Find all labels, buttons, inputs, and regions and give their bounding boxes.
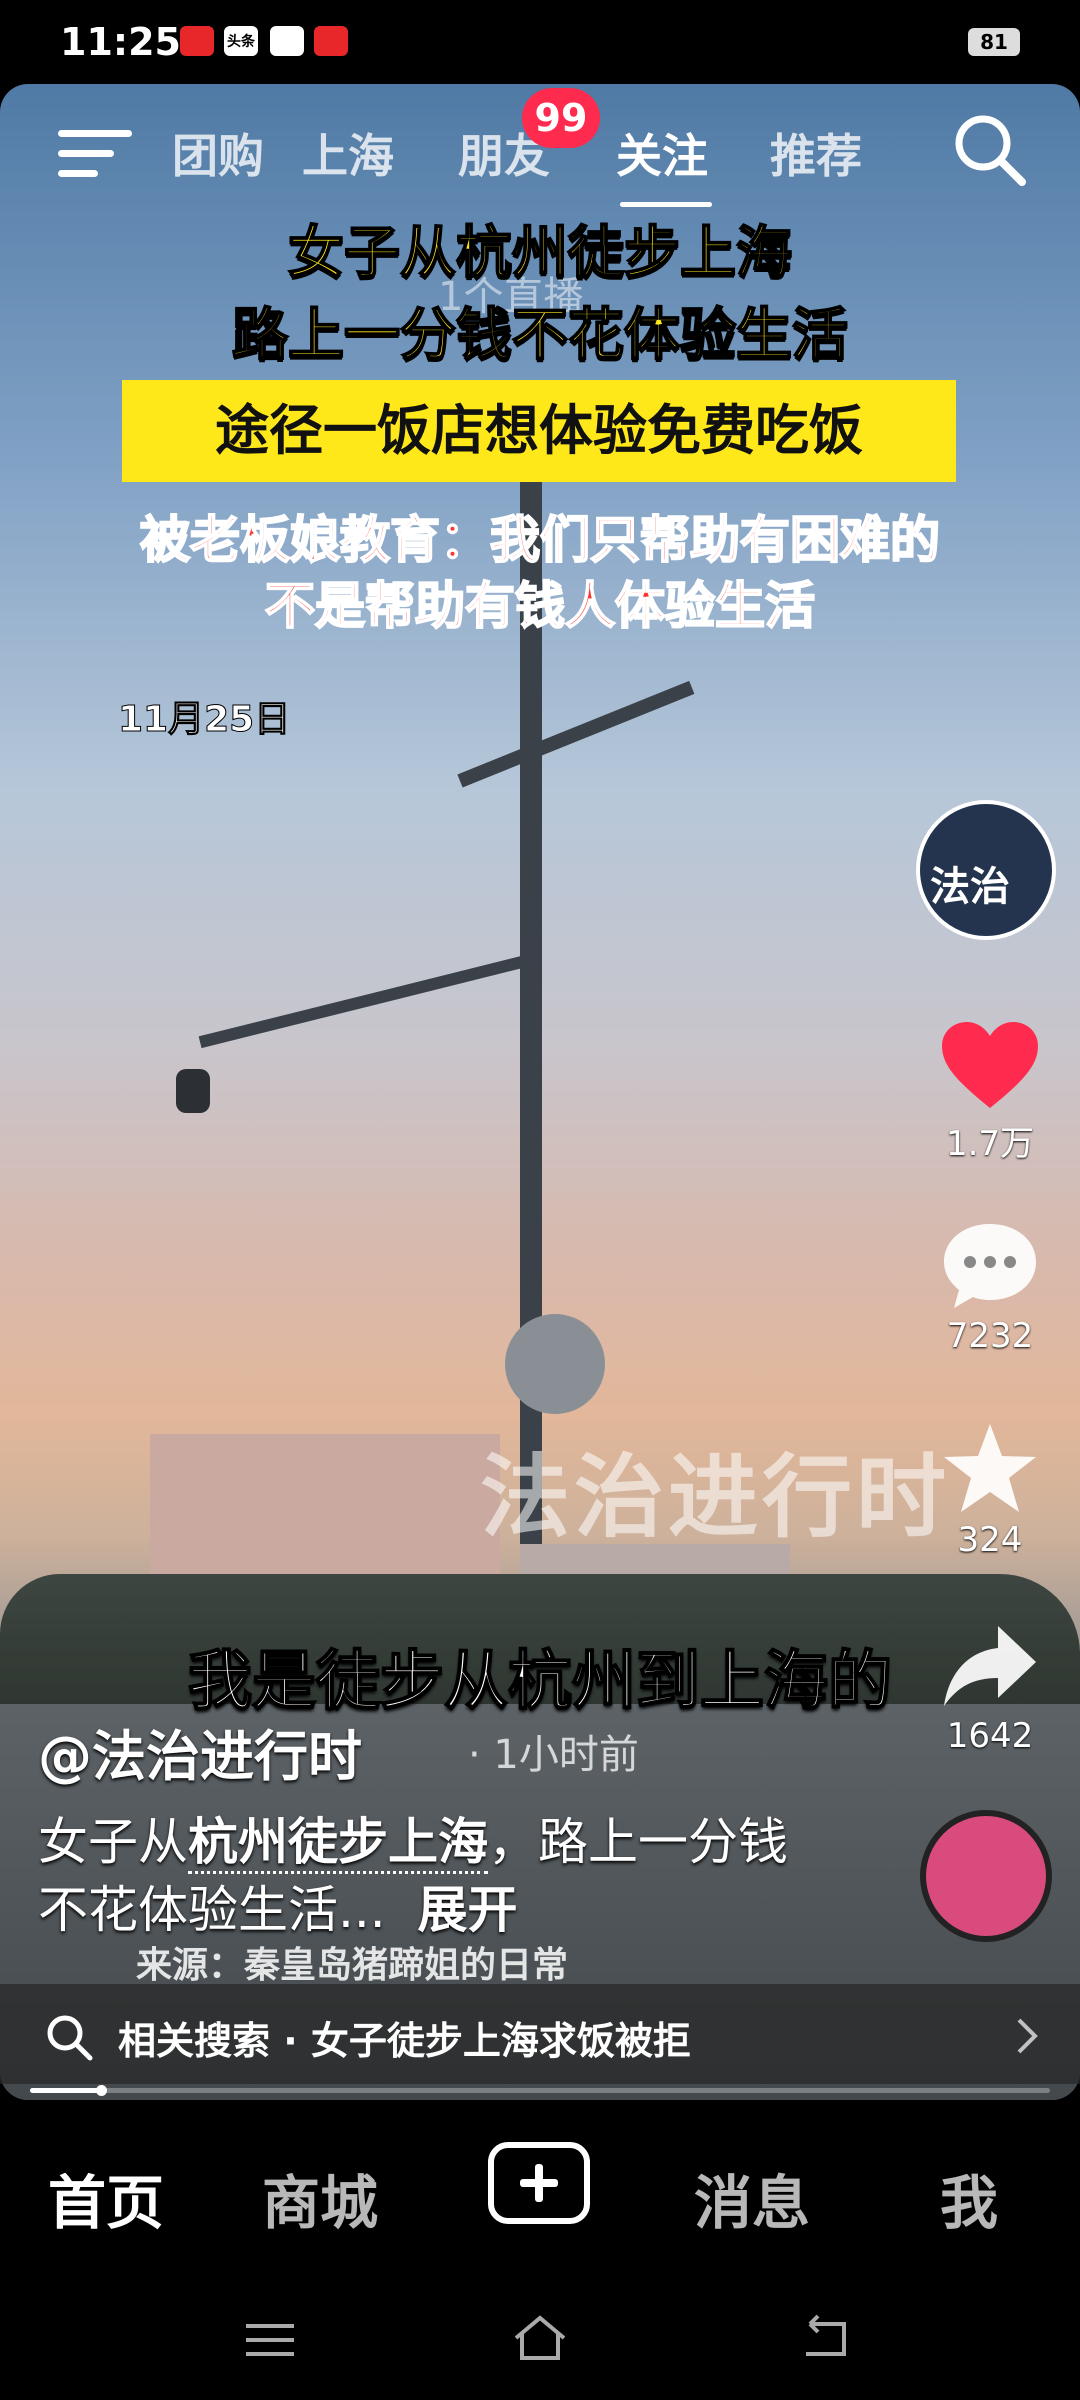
toutiao-icon: 头条 [224,26,258,56]
nav-me[interactable]: 我 [940,2156,998,2240]
friends-badge: 99 [522,88,600,148]
favorite-count: 324 [957,1520,1023,1560]
chevron-right-icon [1017,2018,1038,2054]
video-source: 来源：秦皇岛猪蹄姐的日常 [136,1945,569,1986]
favorite-button[interactable]: 324 [930,1420,1050,1560]
nav-mall[interactable]: 商城 [262,2156,378,2240]
video-date: 11月25日 [117,699,291,741]
nav-messages[interactable]: 消息 [694,2156,810,2240]
like-button[interactable]: 1.7万 [930,1020,1050,1165]
red-caption-line1: 被老板娘教育：我们只帮助有困难的 [139,510,941,570]
heart-icon [942,1022,1038,1108]
battery-indicator: 81 [968,28,1020,56]
author-avatar[interactable]: 法治 [916,800,1056,940]
search-icon [47,2015,93,2061]
menu-icon[interactable] [244,2320,296,2360]
headline-line2: 路上一分钱不花体验生活 [231,302,849,369]
expand-button[interactable]: 展开 [417,1881,517,1939]
tab-group-buy[interactable]: 团购 [172,120,264,186]
status-bar: 11:25 头条 81 [0,0,1080,84]
app-icon [314,26,348,56]
comment-count: 7232 [946,1316,1034,1356]
menu-icon[interactable] [58,124,132,184]
bottom-nav: 首页 商城 消息 我 [0,2100,1080,2280]
nav-home[interactable]: 首页 [48,2156,164,2240]
video-description[interactable]: 女子从杭州徒步上海，路上一分钱不花体验生活... 展开 [38,1808,798,1944]
related-search-bar[interactable]: 相关搜索 · 女子徒步上海求饭被拒 [0,1984,1080,2084]
tab-shanghai[interactable]: 上海 [302,120,394,186]
video-progress-bar[interactable] [30,2085,1050,2096]
author-name[interactable]: @法治进行时 [38,1712,362,1791]
video-watermark: 法治进行时 [480,1445,950,1550]
search-icon[interactable] [950,110,1030,190]
desc-text: 女子从 [38,1813,188,1871]
camera-fixture [176,1069,210,1113]
pole-arm [198,954,532,1049]
red-caption-line2: 不是帮助有钱人体验生活 [264,576,816,636]
plus-icon [520,2164,558,2202]
post-time: · 1小时前 [468,1732,639,1778]
top-nav: 团购 上海 朋友 99 关注 推荐 [0,88,1080,207]
headline-banner: 途径一饭店想体验免费吃饭 [122,380,956,482]
headline-line1: 女子从杭州徒步上海 [287,220,793,287]
system-nav-bar [0,2280,1080,2400]
like-count: 1.7万 [945,1124,1035,1164]
pole-arm [457,680,695,788]
road-sign [505,1314,605,1414]
music-disc-icon[interactable] [920,1810,1052,1942]
video-subtitle: 我是徒步从杭州到上海的 [187,1644,893,1720]
star-icon [944,1424,1036,1512]
share-button[interactable]: 1642 [930,1620,1050,1756]
back-icon[interactable] [800,2314,852,2362]
share-icon [944,1626,1036,1706]
comment-button[interactable]: 7232 [930,1220,1050,1356]
desc-highlight-link[interactable]: 杭州徒步上海 [188,1813,488,1874]
message-icon [270,26,304,56]
tab-recommend[interactable]: 推荐 [770,120,862,186]
related-search-text: 相关搜索 · 女子徒步上海求饭被拒 [118,2019,691,2063]
progress-fill [30,2088,102,2093]
active-tab-indicator [620,202,712,207]
create-button[interactable] [488,2142,590,2224]
comment-icon [944,1224,1036,1308]
status-time: 11:25 [60,20,181,64]
home-icon[interactable] [510,2312,570,2364]
avatar-text: 法治 [930,864,1010,910]
tab-following[interactable]: 关注 [616,120,708,186]
share-count: 1642 [946,1716,1034,1756]
news-app-icon [180,26,214,56]
